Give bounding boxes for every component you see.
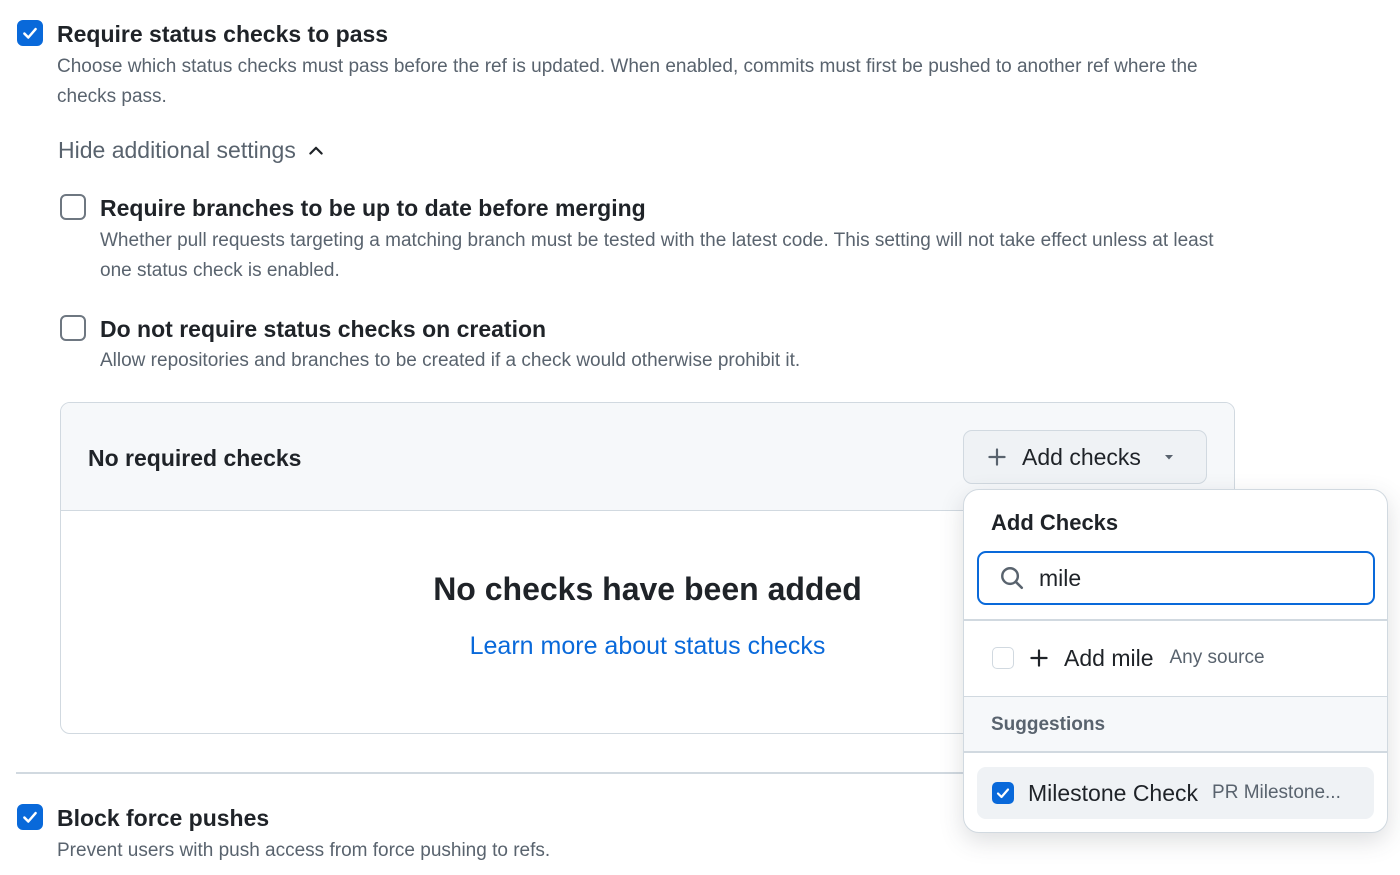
hide-additional-settings-label: Hide additional settings <box>58 137 296 163</box>
checkmark-icon <box>23 811 37 823</box>
no-checks-on-creation-title: Do not require status checks on creation <box>100 316 547 342</box>
check-search-field[interactable] <box>977 551 1375 605</box>
suggestion-name: Milestone Check <box>1028 779 1199 806</box>
add-custom-check-source: Any source <box>1169 647 1265 668</box>
require-status-checks-checkbox[interactable] <box>17 20 43 46</box>
add-custom-check-item[interactable]: Add mile Any source <box>964 620 1387 696</box>
add-checks-popover-title: Add Checks <box>991 510 1119 535</box>
no-checks-on-creation-checkbox[interactable] <box>60 315 86 341</box>
plus-icon <box>988 448 1006 466</box>
checkmark-icon <box>23 27 37 39</box>
add-checks-popover: Add Checks Add mile Any source Suggestio… <box>963 489 1388 833</box>
checkmark-icon <box>996 788 1010 799</box>
add-checks-button-label: Add checks <box>1022 443 1141 470</box>
suggestion-item-milestone-check[interactable]: Milestone Check PR Milestone... <box>977 767 1374 819</box>
suggestions-header: Suggestions <box>964 697 1387 752</box>
block-force-pushes-description: Prevent users with push access from forc… <box>57 840 551 861</box>
add-checks-button[interactable]: Add checks <box>963 430 1207 484</box>
require-status-checks-description: Choose which status checks must pass bef… <box>57 56 1198 107</box>
popover-divider <box>964 751 1387 753</box>
up-to-date-description: Whether pull requests targeting a matchi… <box>100 230 1214 281</box>
search-icon <box>1001 567 1024 590</box>
up-to-date-title: Require branches to be up to date before… <box>100 195 646 221</box>
add-custom-check-label: Add mile <box>1064 644 1154 671</box>
suggestion-source: PR Milestone... <box>1212 782 1341 803</box>
suggestions-header-label: Suggestions <box>991 714 1106 735</box>
no-checks-on-creation-description: Allow repositories and branches to be cr… <box>100 350 801 371</box>
triangle-down-icon <box>1164 455 1173 460</box>
require-status-checks-title: Require status checks to pass <box>57 21 389 47</box>
up-to-date-checkbox[interactable] <box>60 194 86 220</box>
block-force-pushes-checkbox[interactable] <box>17 804 43 830</box>
hide-additional-settings-toggle[interactable]: Hide additional settings <box>58 137 326 164</box>
add-custom-check-checkbox[interactable] <box>992 647 1014 669</box>
chevron-up-icon <box>309 146 323 155</box>
plus-icon <box>1030 649 1048 667</box>
required-checks-header-title: No required checks <box>88 445 302 471</box>
check-search-input[interactable] <box>1039 564 1339 592</box>
block-force-pushes-title: Block force pushes <box>57 805 270 831</box>
suggestion-checkbox[interactable] <box>992 782 1014 804</box>
